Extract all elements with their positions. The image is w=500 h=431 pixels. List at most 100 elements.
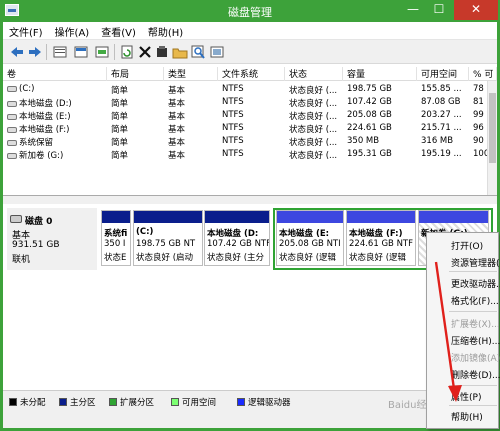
volume-cell-text: 简单 (111, 151, 129, 161)
volume-cell: 状态良好 (... (289, 110, 345, 122)
context-menu-item[interactable]: 帮助(H) (451, 410, 483, 423)
volume-cell-text: NTFS (222, 110, 244, 120)
volume-cell-text: 本地磁盘 (F:) (19, 125, 70, 135)
title-bar[interactable]: 磁盘管理 — ☐ ✕ (0, 0, 500, 22)
partition-line1: (C:) (136, 227, 154, 237)
volume-row[interactable]: 系统保留 简单 基本 NTFS 状态良好 (... 350 MB 316 MB 90 % (3, 135, 497, 148)
legend-swatch (109, 398, 117, 406)
volume-cell-text: 155.85 ... (421, 84, 462, 94)
disk-label[interactable]: 磁盘 0 基本 931.51 GB 联机 (7, 208, 97, 270)
context-menu-item[interactable]: 压缩卷(H)... (451, 334, 500, 347)
maximize-button[interactable]: ☐ (426, 0, 452, 20)
partition-block[interactable]: 本地磁盘 (F:) 224.61 GB NTF 状态良好 (逻辑 (346, 210, 416, 266)
volume-row[interactable]: 本地磁盘 (F:) 简单 基本 NTFS 状态良好 (... 224.61 GB 215.7… (3, 122, 497, 135)
volume-cell-text: 状态良好 (... (289, 112, 338, 122)
col-filesystem[interactable]: 文件系统 (218, 67, 285, 81)
volume-cell: 基本 (168, 136, 218, 148)
col-volume[interactable]: 卷 (3, 67, 107, 81)
col-percent-free[interactable]: % 可 (469, 67, 497, 81)
volume-cell: 本地磁盘 (F:) (7, 123, 105, 135)
volume-cell: 205.08 GB (347, 110, 419, 120)
volume-cell: 基本 (168, 97, 218, 109)
volume-cell: 简单 (111, 136, 165, 148)
partition-block[interactable]: 本地磁盘 (D: 107.42 GB NTF 状态良好 (主分 (204, 210, 270, 266)
menu-separator (449, 405, 497, 406)
menu-action[interactable]: 操作(A) (49, 22, 96, 41)
vertical-scrollbar[interactable] (487, 81, 497, 195)
open-folder-icon[interactable] (172, 44, 188, 60)
volume-cell-text: NTFS (222, 149, 244, 159)
context-menu-item[interactable]: 格式化(F)... (451, 294, 499, 307)
menu-file[interactable]: 文件(F) (3, 22, 49, 41)
volume-cell: 316 MB (421, 136, 471, 146)
volume-cell: 状态良好 (... (289, 136, 345, 148)
disk-management-window: 磁盘管理 — ☐ ✕ 文件(F) 操作(A) 查看(V) 帮助(H) 卷 布局 类型 … (0, 0, 500, 431)
legend-label: 主分区 (70, 398, 96, 408)
legend-swatch (59, 398, 67, 406)
context-menu-item[interactable]: 资源管理器(E) (451, 256, 500, 269)
disk-pane: 磁盘 0 基本 931.51 GB 联机 系统fi 350 I 状态E (C:) 198… (3, 204, 497, 390)
scrollbar-thumb[interactable] (489, 93, 496, 163)
help-pane-icon[interactable] (73, 44, 89, 60)
forward-icon[interactable] (27, 44, 43, 60)
volume-cell-text: 205.08 GB (347, 110, 392, 120)
volume-cell: 350 MB (347, 136, 419, 146)
partition-line3: 状态良好 (逻辑 (349, 253, 407, 263)
drive-icon (7, 139, 17, 146)
rescan-icon[interactable] (190, 44, 206, 60)
volume-cell: 198.75 GB (347, 84, 419, 94)
partition-line3: 状态E (104, 253, 127, 263)
menu-separator (449, 311, 497, 312)
close-button[interactable]: ✕ (454, 0, 498, 20)
legend-label: 逻辑驱动器 (248, 398, 291, 408)
menu-help[interactable]: 帮助(H) (142, 22, 189, 41)
context-menu-item[interactable]: 更改驱动器... (451, 277, 500, 290)
properties-icon[interactable] (52, 44, 68, 60)
context-menu-item[interactable]: 属性(P) (451, 390, 481, 403)
volume-row[interactable]: (C:) 简单 基本 NTFS 状态良好 (... 198.75 GB 155.85 ...… (3, 83, 497, 96)
legend-item: 可用空间 (171, 396, 216, 408)
volume-cell-text: 本地磁盘 (D:) (19, 99, 72, 109)
toolbar-divider (46, 44, 47, 60)
context-menu-item[interactable]: 删除卷(D)... (451, 368, 500, 381)
status-bar (3, 410, 497, 428)
context-menu-item[interactable]: 打开(O) (451, 239, 483, 252)
legend-item: 扩展分区 (109, 396, 154, 408)
col-type[interactable]: 类型 (164, 67, 218, 81)
volume-cell: 状态良好 (... (289, 97, 345, 109)
partition-color-bar (205, 211, 269, 223)
volume-cell: 224.61 GB (347, 123, 419, 133)
partition-block[interactable]: (C:) 198.75 GB NT 状态良好 (启动 (133, 210, 203, 266)
volume-row[interactable]: 新加卷 (G:) 简单 基本 NTFS 状态良好 (... 195.31 GB 195.19… (3, 148, 497, 161)
volume-cell: 87.08 GB (421, 97, 471, 107)
new-icon[interactable] (154, 44, 170, 60)
delete-icon[interactable] (137, 44, 153, 60)
col-status[interactable]: 状态 (285, 67, 343, 81)
volume-cell: NTFS (222, 97, 286, 107)
volume-row[interactable]: 本地磁盘 (E:) 简单 基本 NTFS 状态良好 (... 205.08 GB 203.2… (3, 109, 497, 122)
settings-icon[interactable] (209, 44, 225, 60)
toolbar-divider (114, 44, 115, 60)
volume-cell-text: NTFS (222, 123, 244, 133)
context-menu-item[interactable]: 添加镜像(A)... (451, 351, 500, 364)
back-icon[interactable] (9, 44, 25, 60)
col-layout[interactable]: 布局 (107, 67, 164, 81)
volume-cell-text: 简单 (111, 99, 129, 109)
list-icon[interactable] (94, 44, 110, 60)
refresh-icon[interactable] (119, 44, 135, 60)
volume-cell: 简单 (111, 149, 165, 161)
context-menu-item[interactable]: 扩展卷(X)... (451, 317, 500, 330)
volume-cell: 基本 (168, 84, 218, 96)
minimize-button[interactable]: — (400, 0, 426, 20)
partition-block[interactable]: 本地磁盘 (E: 205.08 GB NTI 状态良好 (逻辑 (276, 210, 344, 266)
pane-splitter[interactable] (3, 196, 497, 204)
volume-cell-text: 107.42 GB (347, 97, 392, 107)
col-free-space[interactable]: 可用空间 (417, 67, 469, 81)
partition-block[interactable]: 系统fi 350 I 状态E (101, 210, 131, 266)
volume-cell: 状态良好 (... (289, 149, 345, 161)
volume-row[interactable]: 本地磁盘 (D:) 简单 基本 NTFS 状态良好 (... 107.42 GB 87.08… (3, 96, 497, 109)
volume-cell-text: 基本 (168, 99, 186, 109)
menu-view[interactable]: 查看(V) (95, 22, 142, 41)
volume-cell: (C:) (7, 84, 105, 94)
col-capacity[interactable]: 容量 (343, 67, 417, 81)
